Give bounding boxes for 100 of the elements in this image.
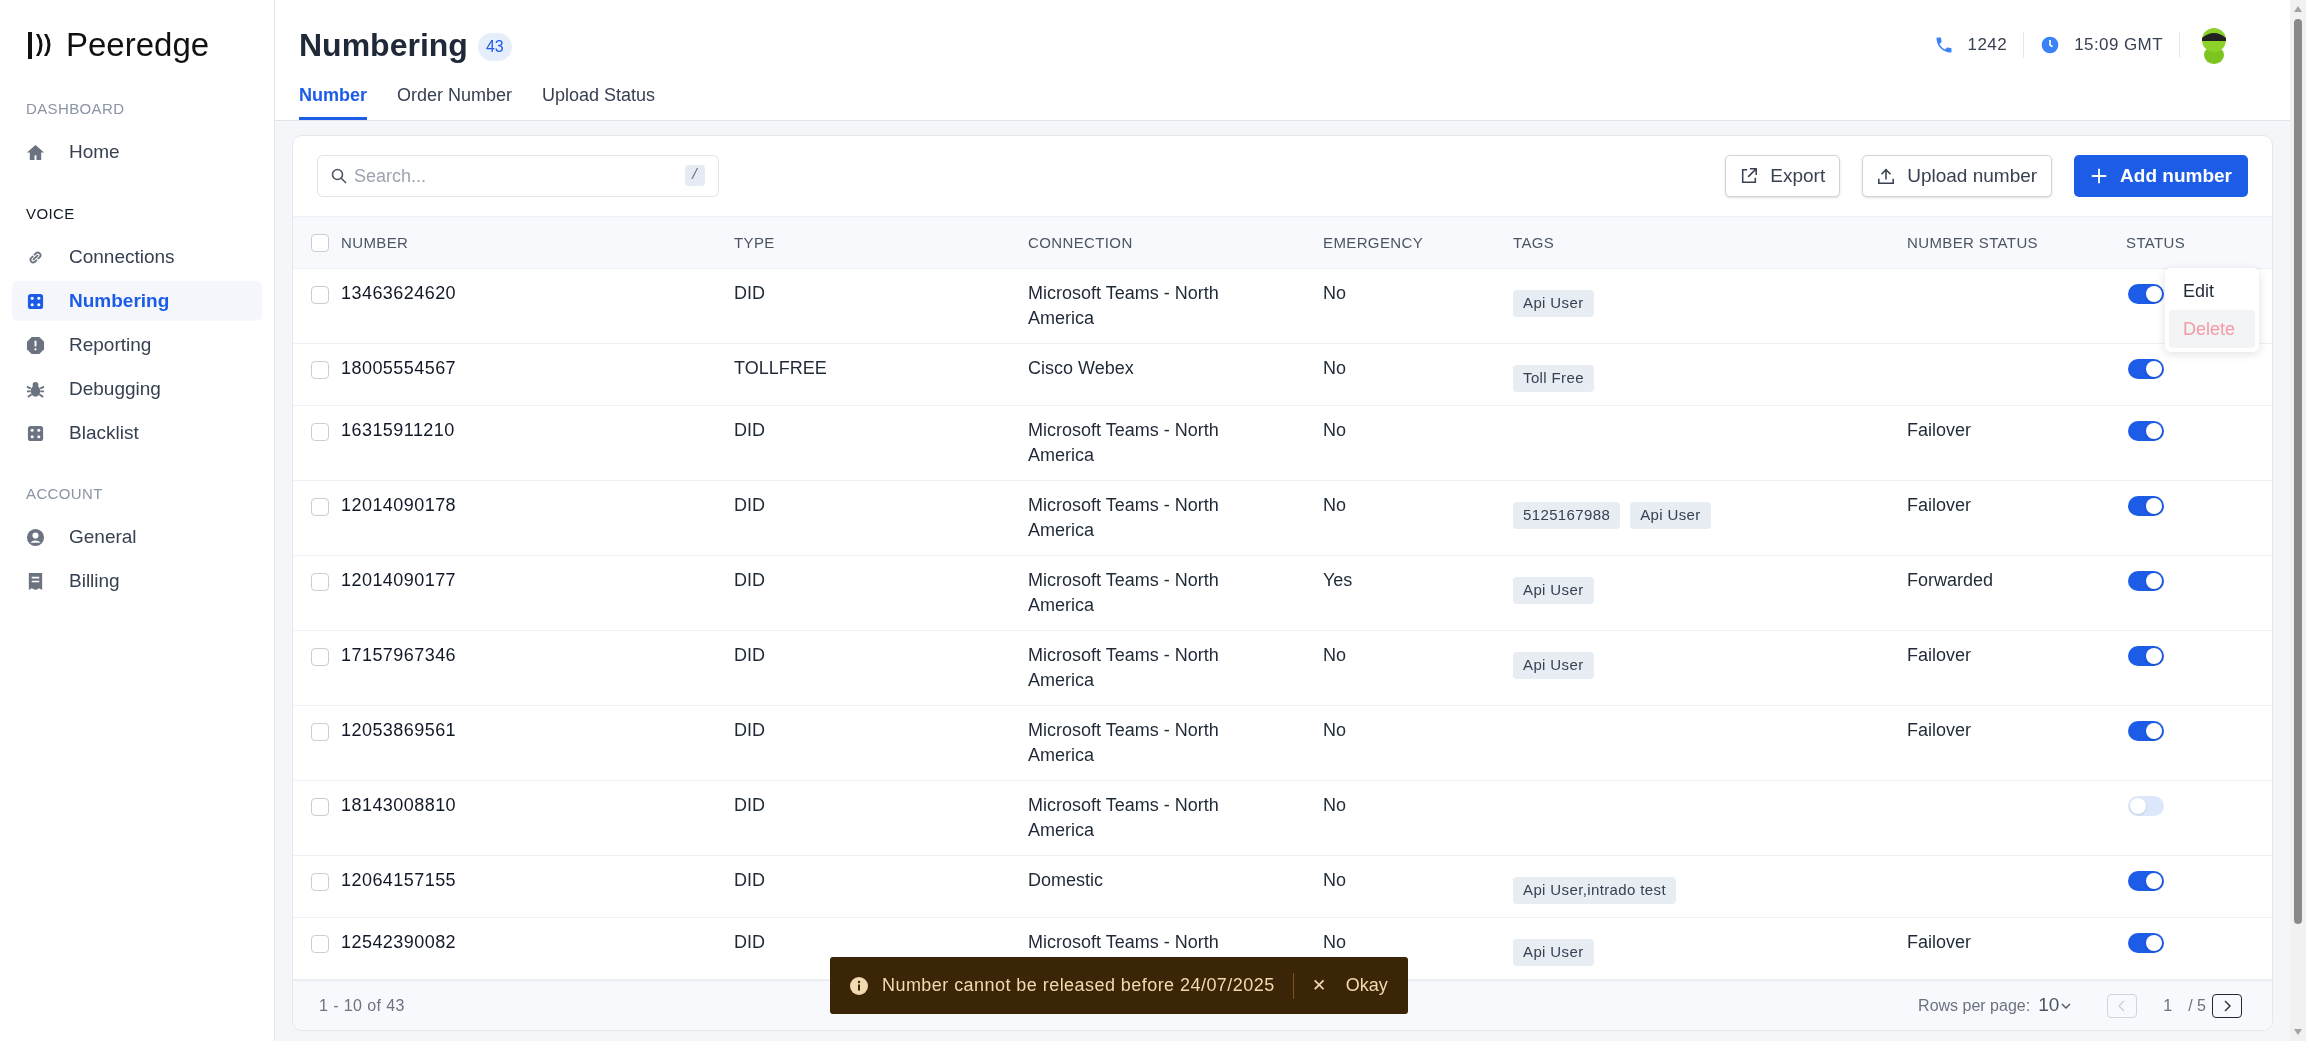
receipt-icon: [26, 572, 45, 591]
rows-per-page-label: Rows per page:: [1918, 995, 2031, 1016]
table-cell: DID: [734, 570, 765, 590]
column-header: EMERGENCY: [1323, 233, 1424, 251]
rows-per-page-select[interactable]: 10: [2038, 991, 2072, 1020]
table-cell: Failover: [1907, 645, 1972, 665]
extension-number: 1242: [1967, 34, 2008, 57]
tag: Api User,intrado test: [1513, 877, 1676, 904]
status-toggle[interactable]: [2128, 496, 2164, 516]
row-checkbox[interactable]: [311, 498, 329, 516]
upload-icon: [1877, 167, 1896, 185]
dice-icon: [26, 291, 45, 311]
sidebar-item[interactable]: Home: [12, 132, 262, 173]
column-header: STATUS: [2126, 233, 2186, 251]
table-cell: Yes: [1323, 570, 1353, 590]
section-label: VOICE: [25, 203, 76, 224]
sidebar-item[interactable]: Connections: [12, 237, 262, 277]
row-checkbox[interactable]: [311, 423, 329, 441]
table-cell: No: [1323, 420, 1346, 440]
count-badge: 43: [477, 33, 512, 61]
scrollbar-thumb[interactable]: [2294, 19, 2302, 924]
status-toggle[interactable]: [2128, 359, 2164, 379]
row-checkbox[interactable]: [311, 573, 329, 591]
sidebar-item[interactable]: General: [12, 517, 262, 558]
table-cell: Failover: [1907, 932, 1972, 952]
export-button[interactable]: Export: [1725, 155, 1841, 197]
section-label: ACCOUNT: [25, 484, 104, 504]
page-title: Numbering: [299, 26, 468, 65]
scroll-down-icon[interactable]: [2293, 1028, 2303, 1036]
sidebar-item[interactable]: Debugging: [12, 369, 262, 409]
table-cell-text: Microsoft Teams - North America: [1028, 794, 1220, 842]
row-checkbox[interactable]: [311, 873, 329, 891]
table-cell: No: [1323, 720, 1346, 740]
tag: Api User: [1513, 577, 1594, 604]
add-number-button[interactable]: Add number: [2074, 155, 2248, 197]
dice-icon: [26, 423, 45, 443]
table-cell-text: Microsoft Teams - North America: [1028, 719, 1220, 767]
table-cell: DID: [734, 932, 765, 952]
sidebar-item[interactable]: Blacklist: [12, 413, 262, 453]
user-icon: [26, 528, 45, 547]
table-cell-text: Domestic: [1028, 869, 1104, 892]
table-cell: Failover: [1907, 420, 1972, 440]
table-cell-text: Cisco Webex: [1028, 357, 1135, 380]
previous-page-button[interactable]: [2107, 993, 2138, 1018]
column-header: NUMBER STATUS: [1907, 233, 2038, 251]
tag: 5125167988: [1513, 502, 1621, 529]
sidebar-item[interactable]: Billing: [12, 561, 262, 602]
table-cell-text: Microsoft Teams - North America: [1028, 569, 1220, 617]
table-cell: 17157967346: [341, 645, 457, 665]
table-cell: 13463624620: [341, 283, 457, 303]
current-page: 1: [2163, 995, 2173, 1016]
status-toggle[interactable]: [2128, 646, 2164, 666]
edit-menu-item[interactable]: Edit: [2169, 272, 2255, 310]
section-label: DASHBOARD: [25, 99, 126, 119]
sidebar-item[interactable]: Numbering: [12, 281, 262, 321]
clock-icon: [2040, 35, 2061, 55]
status-toggle[interactable]: [2128, 933, 2164, 953]
plus-icon: [2090, 167, 2109, 185]
table-cell: No: [1323, 932, 1346, 952]
status-toggle[interactable]: [2128, 571, 2164, 591]
table-cell: No: [1323, 795, 1346, 815]
tab[interactable]: Upload Status: [542, 82, 656, 120]
status-toggle[interactable]: [2128, 284, 2164, 304]
table-cell-text: Microsoft Teams - North America: [1028, 419, 1220, 467]
okay-button[interactable]: Okay: [1345, 972, 1388, 999]
status-toggle[interactable]: [2128, 871, 2164, 891]
table-cell-text: Microsoft Teams - North America: [1028, 644, 1220, 692]
status-toggle[interactable]: [2128, 796, 2164, 816]
sidebar-item[interactable]: Reporting: [12, 325, 262, 365]
status-toggle[interactable]: [2128, 721, 2164, 741]
bug-icon: [26, 379, 45, 399]
table-cell: 12542390082: [341, 932, 457, 952]
row-checkbox[interactable]: [311, 723, 329, 741]
upload-button[interactable]: Upload number: [1862, 155, 2053, 197]
table-cell-text: Microsoft Teams - North: [1028, 931, 1220, 954]
status-toggle[interactable]: [2128, 421, 2164, 441]
column-header: CONNECTION: [1028, 233, 1133, 251]
toast-message: Number cannot be released before 24/07/2025: [882, 974, 1275, 997]
tab[interactable]: Order Number: [397, 82, 513, 120]
table-cell: DID: [734, 870, 765, 890]
alert-icon: [26, 335, 45, 355]
next-page-button[interactable]: [2212, 993, 2242, 1018]
tag: Api User: [1513, 939, 1594, 966]
table-cell: 18143008810: [341, 795, 457, 815]
row-checkbox[interactable]: [311, 361, 329, 379]
table-cell: Failover: [1907, 720, 1972, 740]
select-all-checkbox[interactable]: [311, 233, 329, 252]
row-checkbox[interactable]: [311, 935, 329, 953]
row-checkbox[interactable]: [311, 286, 329, 304]
tag: Api User: [1513, 652, 1594, 679]
row-checkbox[interactable]: [311, 648, 329, 666]
column-header: TYPE: [734, 233, 775, 251]
table-cell: No: [1323, 283, 1346, 303]
table-cell: TOLLFREE: [734, 358, 827, 378]
close-button[interactable]: ✕: [1311, 972, 1326, 999]
row-checkbox[interactable]: [311, 798, 329, 816]
tag: Api User: [1630, 502, 1711, 529]
table-cell: 16315911210: [341, 420, 455, 440]
scroll-up-icon[interactable]: [2293, 5, 2303, 13]
tab[interactable]: Number: [299, 82, 367, 120]
